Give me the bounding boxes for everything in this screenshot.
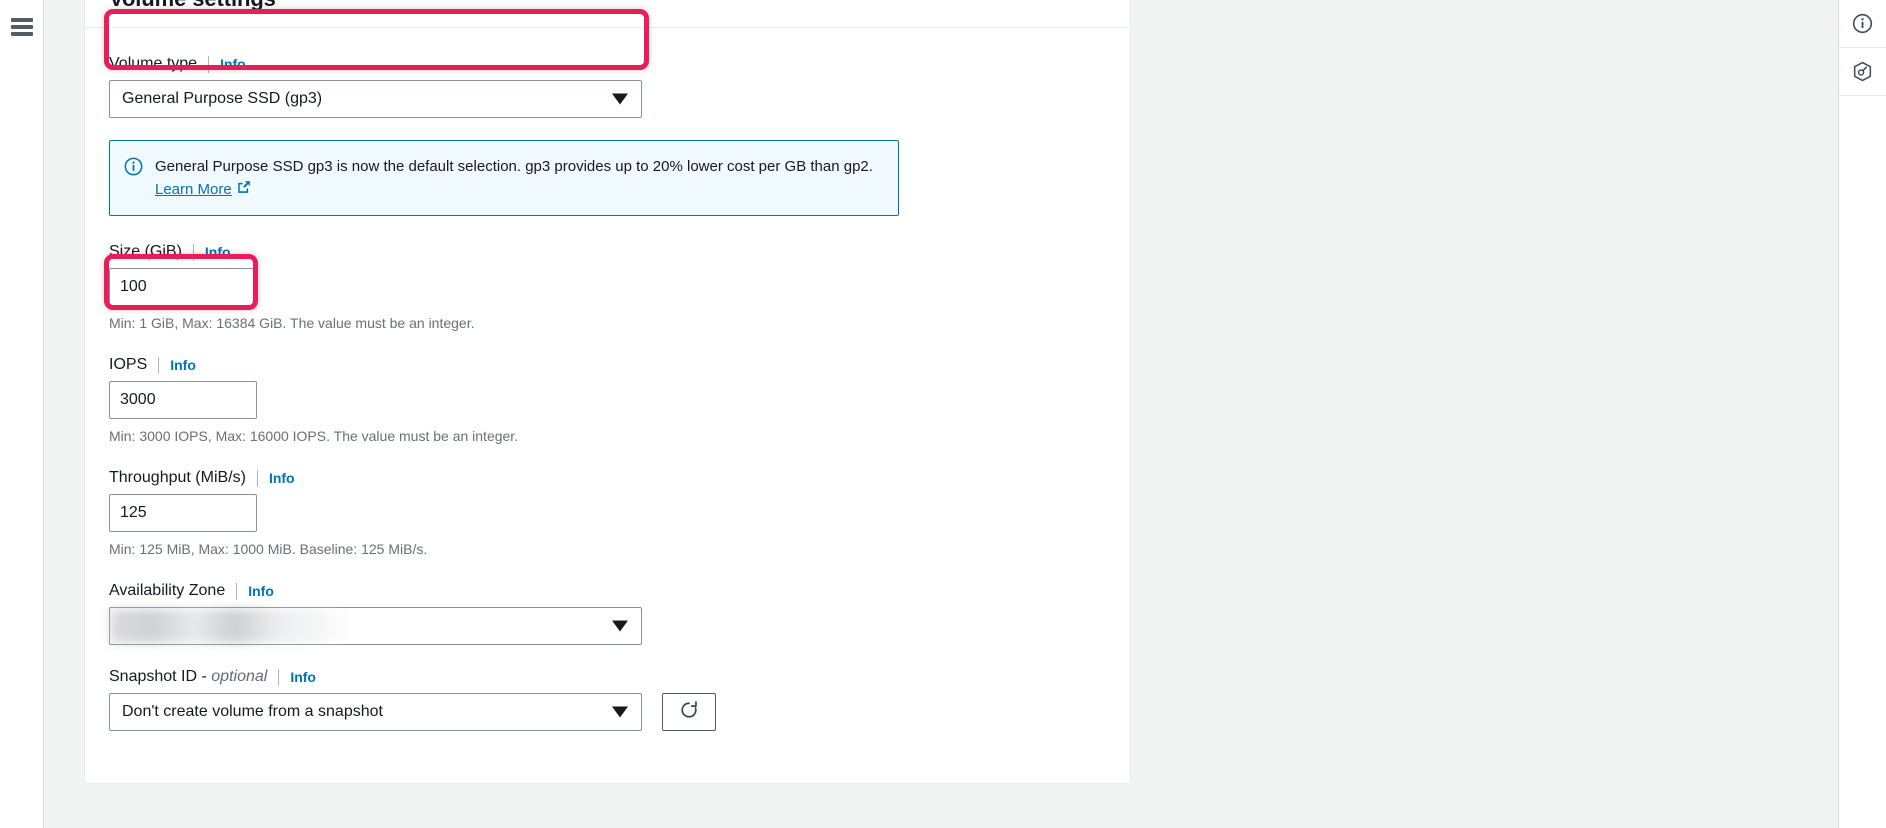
page-title: Volume settings — [109, 0, 1106, 13]
gp3-info-alert: General Purpose SSD gp3 is now the defau… — [109, 140, 899, 216]
availability-zone-select-wrapper — [109, 607, 642, 645]
throughput-label-row: Throughput (MiB/s) Info — [109, 468, 1106, 488]
field-availability-zone: Availability Zone Info — [109, 581, 1106, 645]
rail-gap-spacer — [44, 0, 84, 828]
label-divider — [256, 469, 258, 487]
card-body: Volume type Info General Purpose SSD (gp… — [85, 28, 1130, 783]
refresh-icon — [678, 699, 700, 726]
label-divider — [236, 582, 238, 600]
size-input[interactable] — [109, 268, 257, 306]
size-label-row: Size (GiB) Info — [109, 242, 1106, 262]
field-iops: IOPS Info Min: 3000 IOPS, Max: 16000 IOP… — [109, 355, 1106, 446]
field-snapshot-id: Snapshot ID - optional Info Don't create… — [109, 667, 1106, 731]
availability-zone-label: Availability Zone — [109, 582, 226, 599]
snapshot-id-label-row: Snapshot ID - optional Info — [109, 667, 1106, 687]
left-navigation-rail — [0, 0, 44, 828]
availability-zone-label-row: Availability Zone Info — [109, 581, 1106, 601]
learn-more-label: Learn More — [155, 181, 232, 198]
iops-label-row: IOPS Info — [109, 355, 1106, 375]
size-hint: Min: 1 GiB, Max: 16384 GiB. The value mu… — [109, 315, 475, 331]
card-header: Volume settings — [85, 0, 1130, 28]
iops-input[interactable] — [109, 381, 257, 419]
hamburger-line — [10, 18, 33, 22]
volume-type-select[interactable]: General Purpose SSD (gp3) — [109, 80, 642, 118]
snapshot-id-select[interactable]: Don't create volume from a snapshot — [109, 693, 642, 731]
iops-info-link[interactable]: Info — [170, 355, 196, 375]
volume-type-label-row: Volume type Info — [109, 54, 1106, 74]
iops-label: IOPS — [109, 356, 148, 373]
alert-body: General Purpose SSD gp3 is now the defau… — [155, 155, 873, 201]
right-utility-rail — [1838, 0, 1886, 828]
iops-hint: Min: 3000 IOPS, Max: 16000 IOPS. The val… — [109, 428, 519, 444]
security-shield-icon[interactable] — [1838, 48, 1886, 96]
label-divider — [158, 356, 160, 374]
hamburger-menu-icon[interactable] — [10, 18, 33, 36]
throughput-hint: Min: 125 MiB, Max: 1000 MiB. Baseline: 1… — [109, 541, 428, 557]
snapshot-id-optional-text: optional — [211, 668, 268, 685]
snapshot-id-label-text: Snapshot ID - — [109, 668, 212, 685]
info-panel-icon[interactable] — [1838, 0, 1886, 48]
snapshot-id-selected-value: Don't create volume from a snapshot — [122, 703, 383, 720]
label-divider — [208, 55, 210, 73]
label-divider — [278, 668, 280, 686]
label-divider — [192, 243, 194, 261]
volume-type-select-wrapper: General Purpose SSD (gp3) — [109, 80, 642, 118]
external-link-icon — [237, 178, 251, 201]
refresh-snapshots-button[interactable] — [662, 693, 716, 731]
throughput-input[interactable] — [109, 494, 257, 532]
learn-more-link[interactable]: Learn More — [155, 178, 251, 201]
volume-settings-screen: Volume settings Volume type Info General… — [0, 0, 1886, 828]
throughput-info-link[interactable]: Info — [269, 468, 295, 488]
volume-type-info-link[interactable]: Info — [220, 54, 246, 74]
field-volume-type: Volume type Info General Purpose SSD (gp… — [109, 54, 1106, 118]
snapshot-id-label: Snapshot ID - optional — [109, 667, 267, 687]
size-label: Size (GiB) — [109, 243, 182, 260]
snapshot-id-select-wrapper: Don't create volume from a snapshot — [109, 693, 642, 731]
size-info-link[interactable]: Info — [205, 242, 231, 262]
field-size: Size (GiB) Info Min: 1 GiB, Max: 16384 G… — [109, 242, 1106, 333]
hamburger-line — [10, 25, 33, 29]
alert-text: General Purpose SSD gp3 is now the defau… — [155, 158, 873, 175]
volume-type-label: Volume type — [109, 55, 198, 72]
info-circle-icon — [124, 157, 143, 201]
throughput-label: Throughput (MiB/s) — [109, 469, 246, 486]
main-content-column: Volume settings Volume type Info General… — [84, 0, 1838, 828]
snapshot-id-info-link[interactable]: Info — [290, 667, 316, 687]
hamburger-line — [10, 32, 33, 36]
availability-zone-info-link[interactable]: Info — [248, 581, 274, 601]
snapshot-id-row: Don't create volume from a snapshot — [109, 693, 1106, 731]
volume-type-selected-value: General Purpose SSD (gp3) — [122, 90, 323, 107]
volume-settings-card: Volume settings Volume type Info General… — [84, 0, 1131, 784]
availability-zone-select[interactable] — [109, 607, 642, 645]
field-throughput: Throughput (MiB/s) Info Min: 125 MiB, Ma… — [109, 468, 1106, 559]
